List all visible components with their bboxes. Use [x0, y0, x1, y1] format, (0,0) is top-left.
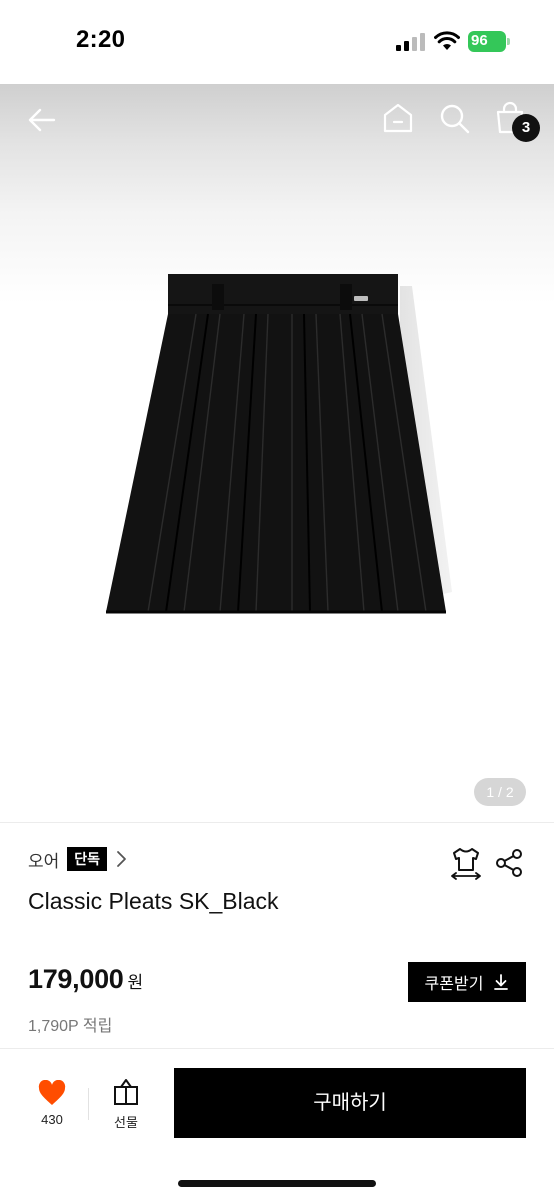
- download-icon: [494, 974, 509, 990]
- status-time: 2:20: [76, 26, 126, 53]
- battery-level: 96: [471, 32, 488, 49]
- gift-button[interactable]: 선물: [104, 1078, 148, 1132]
- product-gallery[interactable]: 3 1 / 2: [0, 84, 554, 822]
- brand-link[interactable]: 오어 단독: [28, 846, 127, 872]
- home-icon[interactable]: [380, 100, 416, 136]
- buy-button[interactable]: 구매하기: [174, 1068, 526, 1138]
- battery-indicator: 96: [468, 31, 510, 52]
- like-count: 430: [41, 1112, 63, 1127]
- search-icon[interactable]: [436, 100, 472, 136]
- battery-tip: [507, 38, 510, 45]
- brand-name: 오어: [28, 851, 60, 871]
- battery-body: 96: [468, 31, 506, 52]
- gift-icon: [114, 1079, 138, 1105]
- price-unit: 원: [127, 973, 144, 992]
- reward-points: 1,790P 적립: [28, 1018, 113, 1035]
- product-title: Classic Pleats SK_Black: [28, 888, 279, 914]
- back-arrow-icon[interactable]: [24, 102, 60, 138]
- heart-icon: [38, 1080, 66, 1105]
- share-icon[interactable]: [494, 848, 524, 878]
- product-image-pleated-skirt[interactable]: [100, 274, 460, 634]
- divider: [0, 1048, 554, 1049]
- cart-count-badge: 3: [512, 114, 540, 142]
- coupon-label: 쿠폰받기: [424, 976, 484, 993]
- divider: [88, 1088, 89, 1120]
- home-indicator: [178, 1180, 376, 1187]
- divider: [0, 822, 554, 823]
- status-bar: 2:20 96: [0, 0, 554, 84]
- like-button[interactable]: 430: [30, 1078, 74, 1132]
- cellular-signal-icon: [396, 33, 425, 51]
- gift-label: 선물: [114, 1115, 138, 1130]
- chevron-right-icon: [117, 851, 126, 867]
- gallery-page-indicator: 1 / 2: [474, 778, 526, 806]
- wifi-icon: [434, 31, 460, 50]
- get-coupon-button[interactable]: 쿠폰받기: [408, 962, 526, 1002]
- price-value: 179,000: [28, 964, 124, 994]
- size-guide-icon[interactable]: [450, 846, 482, 880]
- exclusive-badge: 단독: [67, 847, 108, 871]
- price: 179,000 원: [28, 964, 143, 995]
